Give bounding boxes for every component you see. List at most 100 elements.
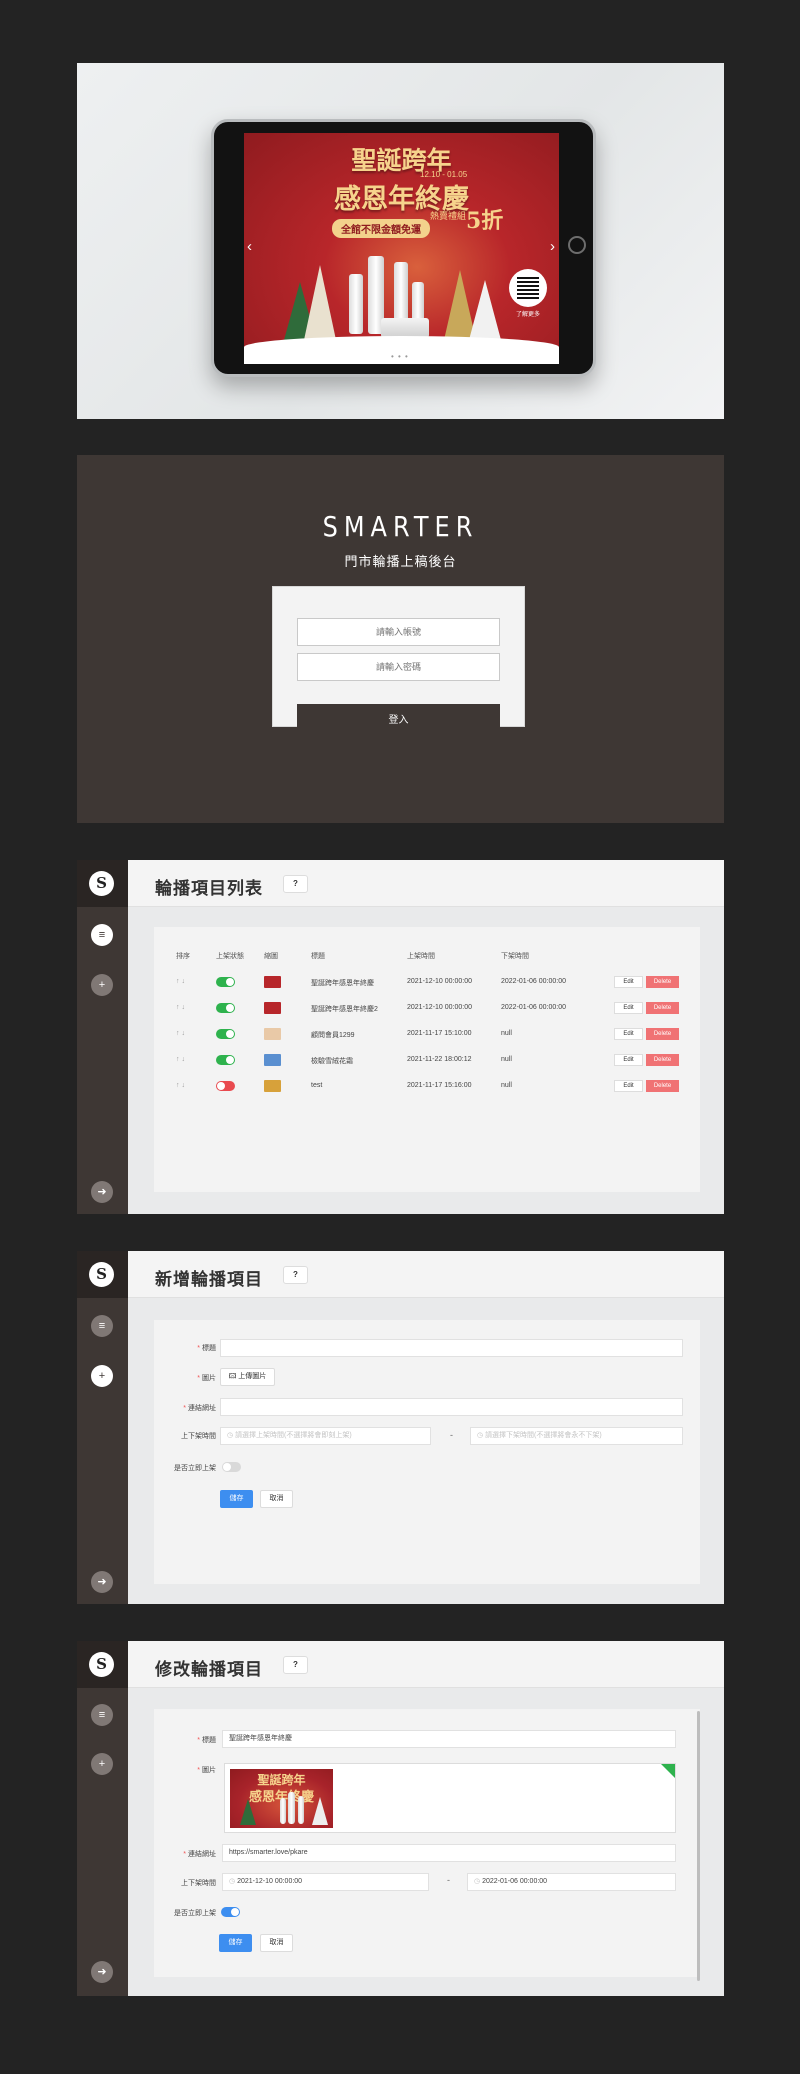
end-time-picker[interactable]: ◷ 請選擇下架時間(不選擇將會永不下架) (470, 1427, 683, 1445)
carousel-dots[interactable]: • • • (391, 352, 409, 361)
table-row: ↑ ↓ 顧問會員1299 2021-11-17 15:10:00 null Ed… (77, 1028, 724, 1042)
upload-image-button[interactable]: 🖾 上傳圖片 (220, 1368, 275, 1386)
status-toggle[interactable] (216, 1029, 235, 1039)
topbar: 輪播項目列表 ? (128, 860, 724, 907)
logout-icon[interactable]: ➜ (91, 1961, 113, 1983)
carousel-next-arrow-icon[interactable]: › (550, 238, 555, 255)
cancel-button[interactable]: 取消 (260, 1490, 293, 1508)
sort-arrows-icon[interactable]: ↑ ↓ (176, 1082, 185, 1089)
title-input[interactable] (220, 1339, 683, 1357)
edit-button[interactable]: Edit (614, 1028, 643, 1040)
image-icon: 🖾 (228, 1373, 239, 1380)
logo-icon: S (89, 871, 114, 896)
title-label: * 標題 (197, 1737, 216, 1744)
add-icon[interactable]: + (91, 1365, 113, 1387)
help-button[interactable]: ? (283, 1266, 308, 1284)
sort-arrows-icon[interactable]: ↑ ↓ (176, 1004, 185, 1011)
publish-toggle[interactable] (221, 1907, 240, 1917)
time-label: 上下架時間 (181, 1880, 216, 1887)
image-label: * 圖片 (197, 1767, 216, 1774)
banner-thumbnail: 聖誕跨年 感恩年終慶 (230, 1769, 333, 1828)
list-icon[interactable]: ≡ (91, 1704, 113, 1726)
sort-arrows-icon[interactable]: ↑ ↓ (176, 978, 185, 985)
sidebar-logo: S (77, 1641, 128, 1688)
add-icon[interactable]: + (91, 1753, 113, 1775)
delete-button[interactable]: Delete (646, 1002, 679, 1014)
link-input[interactable]: https://smarter.love/pkare (222, 1844, 676, 1862)
delete-button[interactable]: Delete (646, 976, 679, 988)
login-panel: SMARTER 門市輪播上稿後台 登入 (77, 455, 724, 823)
tree-decoration-icon (240, 1799, 256, 1825)
row-start-time: 2021-12-10 00:00:00 (407, 978, 472, 985)
cancel-button[interactable]: 取消 (260, 1934, 293, 1952)
list-icon[interactable]: ≡ (91, 924, 113, 946)
scrollbar[interactable] (697, 1711, 700, 1981)
logout-icon[interactable]: ➜ (91, 1181, 113, 1203)
start-time-picker[interactable]: ◷ 2021-12-10 00:00:00 (222, 1873, 429, 1891)
time-label: 上下架時間 (181, 1433, 216, 1440)
login-button[interactable]: 登入 (297, 704, 500, 732)
logo-icon: S (89, 1652, 114, 1677)
table-row: ↑ ↓ 聖誕跨年感恩年終慶2 2021-12-10 00:00:00 2022-… (77, 1002, 724, 1016)
carousel-prev-arrow-icon[interactable]: ‹ (247, 238, 252, 255)
product-jar-icon (381, 318, 429, 338)
title-label: * 標題 (197, 1345, 216, 1352)
login-subtitle: 門市輪播上稿後台 (344, 554, 457, 569)
row-start-time: 2021-11-22 18:00:12 (407, 1056, 472, 1063)
status-toggle[interactable] (216, 1003, 235, 1013)
link-input[interactable] (220, 1398, 683, 1416)
link-label: * 連結網址 (183, 1405, 216, 1412)
edit-button[interactable]: Edit (614, 1054, 643, 1066)
product-bottle-icon (349, 274, 363, 334)
clock-icon: ◷ (227, 1432, 236, 1439)
edit-button[interactable]: Edit (614, 1080, 643, 1092)
tablet-frame: 聖誕跨年 12.10 - 01.05 感恩年終慶 熱賣禮組 5折 全館不限金額免… (211, 119, 596, 377)
delete-button[interactable]: Delete (646, 1080, 679, 1092)
account-input[interactable] (297, 618, 500, 646)
sort-arrows-icon[interactable]: ↑ ↓ (176, 1056, 185, 1063)
publish-toggle[interactable] (222, 1462, 241, 1472)
start-time-picker[interactable]: ◷ 請選擇上架時間(不選擇將會即刻上架) (220, 1427, 431, 1445)
edit-button[interactable]: Edit (614, 976, 643, 988)
clock-icon: ◷ (474, 1878, 483, 1885)
topbar: 新增輪播項目 ? (128, 1251, 724, 1298)
product-bottle-icon (280, 1798, 286, 1824)
status-toggle[interactable] (216, 1081, 235, 1091)
save-button[interactable]: 儲存 (219, 1934, 252, 1952)
thumbnail (264, 1002, 281, 1014)
delete-button[interactable]: Delete (646, 1028, 679, 1040)
column-header: 下架時間 (501, 953, 529, 960)
row-title: 聖誕跨年感恩年終慶2 (311, 1006, 378, 1013)
status-toggle[interactable] (216, 1055, 235, 1065)
tree-decoration-icon (469, 280, 501, 340)
carousel-list-panel: S ≡ + ➜ 輪播項目列表 ? 排序 上架狀態 縮圖 標題 上架時間 下架時間… (77, 860, 724, 1214)
thumbnail (264, 1028, 281, 1040)
row-title: test (311, 1082, 323, 1089)
delete-button[interactable]: Delete (646, 1054, 679, 1066)
logout-icon[interactable]: ➜ (91, 1571, 113, 1593)
product-bottle-icon (288, 1792, 295, 1824)
list-icon[interactable]: ≡ (91, 1315, 113, 1337)
sidebar-logo: S (77, 860, 128, 907)
row-end-time: null (501, 1056, 512, 1063)
banner-title-line1: 聖誕跨年 (351, 146, 452, 175)
status-toggle[interactable] (216, 977, 235, 987)
help-button[interactable]: ? (283, 875, 308, 893)
banner-slide[interactable]: 聖誕跨年 12.10 - 01.05 感恩年終慶 熱賣禮組 5折 全館不限金額免… (244, 133, 559, 364)
password-input[interactable] (297, 653, 500, 681)
publish-label: 是否立即上架 (174, 1465, 216, 1472)
publish-label: 是否立即上架 (174, 1910, 216, 1917)
link-label: * 連結網址 (183, 1851, 216, 1858)
tablet-preview-panel: 聖誕跨年 12.10 - 01.05 感恩年終慶 熱賣禮組 5折 全館不限金額免… (77, 63, 724, 419)
image-preview[interactable]: 聖誕跨年 感恩年終慶 (224, 1763, 676, 1833)
row-start-time: 2021-11-17 15:16:00 (407, 1082, 472, 1089)
help-button[interactable]: ? (283, 1656, 308, 1674)
save-button[interactable]: 儲存 (220, 1490, 253, 1508)
end-time-picker[interactable]: ◷ 2022-01-06 00:00:00 (467, 1873, 676, 1891)
page-title: 修改輪播項目 (155, 1660, 263, 1679)
clock-icon: ◷ (229, 1878, 238, 1885)
sort-arrows-icon[interactable]: ↑ ↓ (176, 1030, 185, 1037)
title-input[interactable]: 聖誕跨年感恩年終慶 (222, 1730, 676, 1748)
edit-button[interactable]: Edit (614, 1002, 643, 1014)
uploaded-check-icon (661, 1764, 675, 1778)
